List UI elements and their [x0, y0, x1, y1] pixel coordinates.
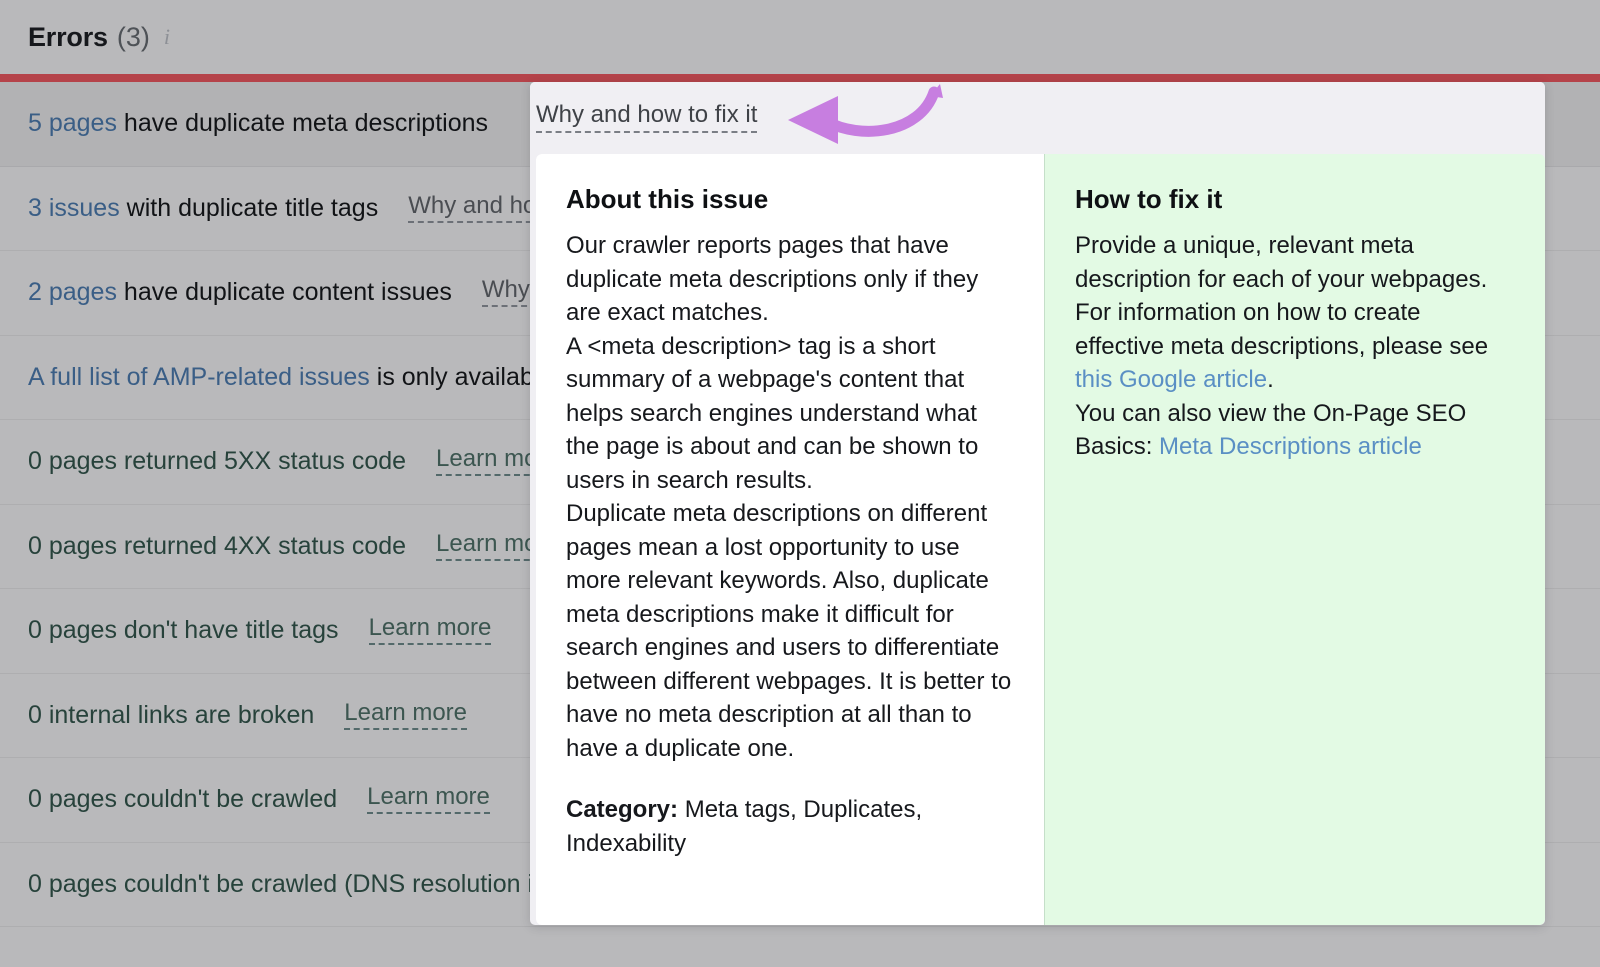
issue-count: 0 internal links: [28, 701, 188, 729]
about-paragraph: A <meta description> tag is a short summ…: [566, 330, 1014, 498]
issue-label: 5 pages have duplicate meta descriptions: [28, 111, 488, 136]
why-and-how-to-fix-it-link[interactable]: Why and how to fix it: [536, 103, 757, 133]
issue-label: 0 internal links are broken: [28, 703, 314, 728]
issue-description: don't have title tags: [117, 616, 339, 644]
learn-more-link[interactable]: Learn more: [344, 701, 467, 730]
learn-more-link[interactable]: Learn more: [369, 616, 492, 645]
google-article-link[interactable]: this Google article: [1075, 366, 1267, 393]
about-heading: About this issue: [566, 184, 1014, 215]
popover-body: About this issue Our crawler reports pag…: [536, 154, 1545, 925]
issue-label: 2 pages have duplicate content issues: [28, 280, 452, 305]
issue-details-popover: Why and how to fix it About this issue O…: [530, 82, 1545, 925]
fix-text-period: .: [1267, 366, 1274, 393]
issue-label: 0 pages couldn't be crawled (DNS resolut…: [28, 872, 607, 897]
issue-count-link[interactable]: 3 issues: [28, 194, 120, 222]
errors-panel-header: Errors (3) i: [0, 0, 1600, 74]
issue-count: 0 pages: [28, 616, 117, 644]
how-to-fix-heading: How to fix it: [1075, 184, 1515, 215]
issue-count-link[interactable]: 2 pages: [28, 278, 117, 306]
issue-count: 0 pages: [28, 532, 117, 560]
issue-count-link[interactable]: 5 pages: [28, 109, 117, 137]
category-row: Category: Meta tags, Duplicates, Indexab…: [566, 793, 1014, 860]
issue-description: have duplicate meta descriptions: [117, 109, 488, 137]
meta-descriptions-article-link[interactable]: Meta Descriptions article: [1159, 433, 1422, 460]
amp-report-link[interactable]: A full list of AMP-related issues: [28, 363, 370, 391]
issue-label: 0 pages returned 5XX status code: [28, 449, 406, 474]
learn-more-link[interactable]: Learn more: [367, 785, 490, 814]
issue-count: 0 pages: [28, 447, 117, 475]
how-to-fix-paragraph: Provide a unique, relevant meta descript…: [1075, 229, 1515, 397]
fix-text-lead: Provide a unique, relevant meta descript…: [1075, 232, 1488, 360]
error-count: (3): [117, 22, 150, 53]
popover-link-bar: Why and how to fix it: [530, 82, 1545, 154]
issue-description: are broken: [188, 701, 314, 729]
issue-description: couldn't be crawled: [117, 785, 337, 813]
issue-label: 0 pages returned 4XX status code: [28, 534, 406, 559]
about-this-issue-pane: About this issue Our crawler reports pag…: [536, 154, 1044, 925]
category-label: Category:: [566, 796, 678, 823]
issue-description: have duplicate content issues: [117, 278, 452, 306]
how-to-fix-paragraph: You can also view the On-Page SEO Basics…: [1075, 397, 1515, 464]
how-to-fix-it-pane: How to fix it Provide a unique, relevant…: [1044, 154, 1545, 925]
issue-description: returned 5XX status code: [117, 447, 406, 475]
issue-count: 0 pages: [28, 785, 117, 813]
error-severity-rule: [0, 74, 1600, 82]
issue-count: 0 pages: [28, 870, 117, 898]
page-title: Errors: [28, 22, 108, 53]
about-paragraph: Duplicate meta descriptions on different…: [566, 497, 1014, 765]
issue-label: 3 issues with duplicate title tags: [28, 196, 378, 221]
about-paragraph: Our crawler reports pages that have dupl…: [566, 229, 1014, 330]
info-icon[interactable]: i: [164, 26, 170, 48]
issue-description: with duplicate title tags: [120, 194, 378, 222]
issue-label: 0 pages couldn't be crawled: [28, 787, 337, 812]
issue-description: returned 4XX status code: [117, 532, 406, 560]
issue-label: 0 pages don't have title tags: [28, 618, 339, 643]
